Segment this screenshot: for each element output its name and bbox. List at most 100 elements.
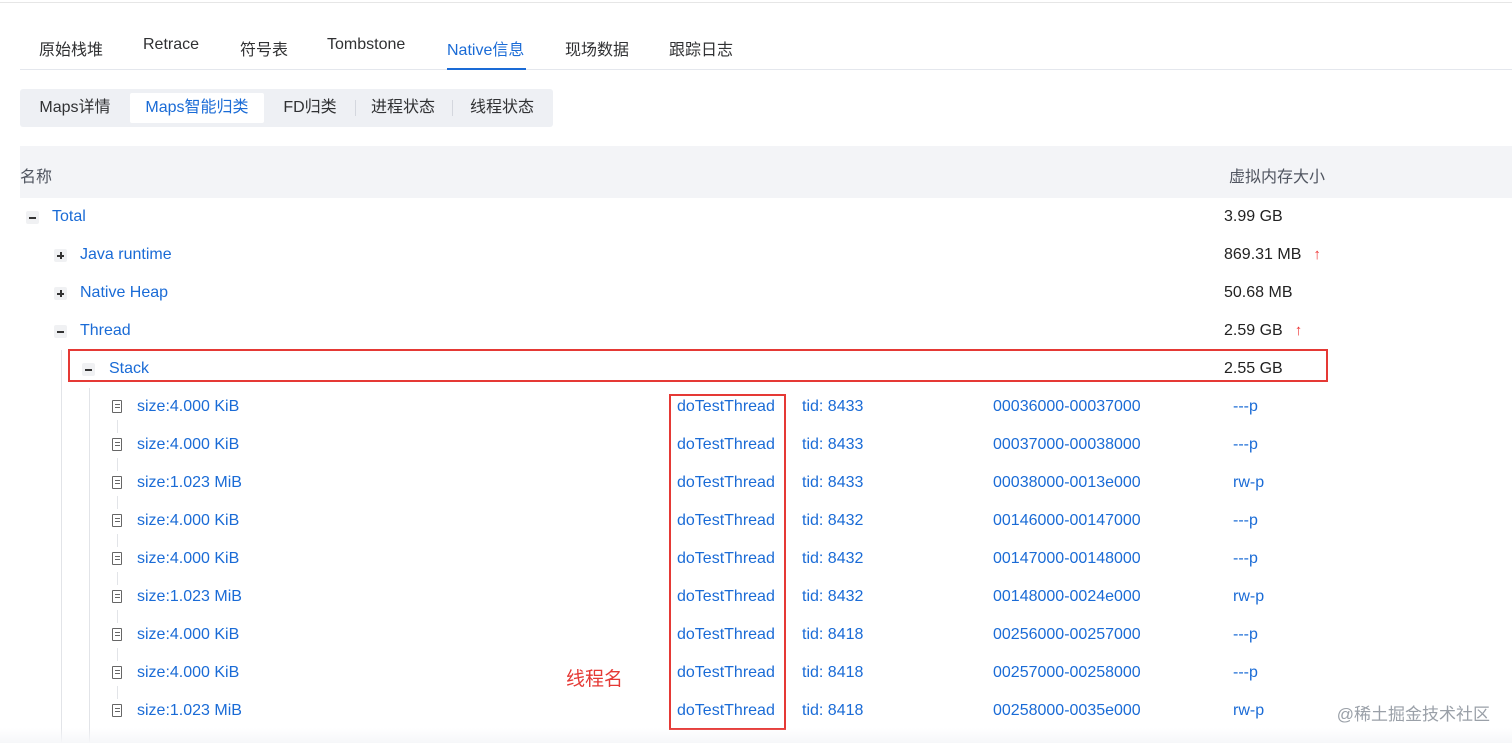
plus-square-icon[interactable] — [54, 249, 67, 262]
entry-size[interactable]: size:4.000 KiB — [137, 435, 239, 455]
file-icon — [112, 704, 122, 717]
entry-tid[interactable]: tid: 8432 — [802, 511, 863, 531]
entry-thread-name[interactable]: doTestThread — [677, 663, 775, 683]
column-header-virtual-memory[interactable]: 虚拟内存大小 — [1229, 163, 1325, 187]
entry-tid[interactable]: tid: 8418 — [802, 701, 863, 721]
file-icon — [112, 438, 122, 451]
top-divider — [0, 2, 1512, 3]
subtab-separator — [452, 100, 453, 116]
size-value: 2.59 GB — [1224, 322, 1283, 339]
entry-size[interactable]: size:4.000 KiB — [137, 625, 239, 645]
table-row[interactable]: size:1.023 MiB doTestThread tid: 8418 00… — [20, 692, 1512, 730]
arrow-up-icon: ↑ — [1294, 322, 1303, 339]
tab-tombstone[interactable]: Tombstone — [327, 36, 405, 54]
entry-address-range[interactable]: 00036000-00037000 — [993, 397, 1141, 417]
entry-tid[interactable]: tid: 8433 — [802, 435, 863, 455]
entry-permission[interactable]: ---p — [1233, 625, 1258, 645]
plus-square-icon[interactable] — [54, 287, 67, 300]
tab-raw-stack[interactable]: 原始栈堆 — [39, 36, 103, 60]
tree-row-java-runtime[interactable]: Java runtime 869.31 MB ↑ — [20, 236, 1512, 274]
minus-square-icon[interactable] — [26, 211, 39, 224]
entry-address-range[interactable]: 00258000-0035e000 — [993, 701, 1141, 721]
tree-row-total[interactable]: Total 3.99 GB — [20, 198, 1512, 236]
subtab-thread-status[interactable]: 线程状态 — [456, 93, 548, 123]
row-name[interactable]: Thread — [80, 321, 131, 341]
tree-row-native-heap[interactable]: Native Heap 50.68 MB — [20, 274, 1512, 312]
table-row[interactable]: size:4.000 KiB doTestThread tid: 8432 00… — [20, 502, 1512, 540]
row-size: 50.68 MB — [1224, 284, 1293, 301]
table-row[interactable]: size:4.000 KiB doTestThread tid: 8432 00… — [20, 540, 1512, 578]
entry-permission[interactable]: ---p — [1233, 397, 1258, 417]
row-name[interactable]: Stack — [109, 359, 149, 379]
table-row[interactable]: size:4.000 KiB doTestThread tid: 8418 00… — [20, 616, 1512, 654]
entry-tid[interactable]: tid: 8433 — [802, 397, 863, 417]
subtab-fd-classify[interactable]: FD归类 — [270, 93, 350, 123]
entry-size[interactable]: size:4.000 KiB — [137, 511, 239, 531]
bottom-fade — [0, 728, 1512, 743]
tab-symbol-table[interactable]: 符号表 — [240, 36, 288, 60]
table-row[interactable]: size:4.000 KiB doTestThread tid: 8433 00… — [20, 426, 1512, 464]
subtab-process-status[interactable]: 进程状态 — [360, 93, 446, 123]
entry-address-range[interactable]: 00257000-00258000 — [993, 663, 1141, 683]
entry-size[interactable]: size:1.023 MiB — [137, 473, 242, 493]
tree-row-stack[interactable]: Stack 2.55 GB — [20, 350, 1512, 388]
entry-thread-name[interactable]: doTestThread — [677, 587, 775, 607]
row-name[interactable]: Total — [52, 207, 86, 227]
entry-tid[interactable]: tid: 8418 — [802, 625, 863, 645]
entry-thread-name[interactable]: doTestThread — [677, 397, 775, 417]
entry-permission[interactable]: ---p — [1233, 435, 1258, 455]
subtab-maps-smart-classify[interactable]: Maps智能归类 — [130, 93, 264, 123]
entry-permission[interactable]: ---p — [1233, 511, 1258, 531]
entry-size[interactable]: size:4.000 KiB — [137, 397, 239, 417]
table-row[interactable]: size:4.000 KiB doTestThread tid: 8433 00… — [20, 388, 1512, 426]
row-size: 869.31 MB ↑ — [1224, 245, 1321, 265]
entry-size[interactable]: size:1.023 MiB — [137, 701, 242, 721]
entry-thread-name[interactable]: doTestThread — [677, 473, 775, 493]
column-header-name[interactable]: 名称 — [20, 163, 52, 187]
row-name[interactable]: Java runtime — [80, 245, 172, 265]
entry-permission[interactable]: rw-p — [1233, 701, 1264, 721]
entry-tid[interactable]: tid: 8432 — [802, 549, 863, 569]
entry-address-range[interactable]: 00147000-00148000 — [993, 549, 1141, 569]
tab-native-info[interactable]: Native信息 — [447, 36, 524, 60]
tab-scene-data[interactable]: 现场数据 — [565, 36, 629, 60]
entry-permission[interactable]: rw-p — [1233, 587, 1264, 607]
arrow-up-icon: ↑ — [1313, 246, 1321, 263]
table-row[interactable]: size:1.023 MiB doTestThread tid: 8432 00… — [20, 578, 1512, 616]
subtab-maps-detail[interactable]: Maps详情 — [26, 93, 124, 123]
tree-row-thread[interactable]: Thread 2.59 GB ↑ — [20, 312, 1512, 350]
entry-address-range[interactable]: 00037000-00038000 — [993, 435, 1141, 455]
tab-trace-log[interactable]: 跟踪日志 — [669, 36, 733, 60]
entry-address-range[interactable]: 00148000-0024e000 — [993, 587, 1141, 607]
minus-square-icon[interactable] — [54, 325, 67, 338]
minus-square-icon[interactable] — [82, 363, 95, 376]
row-size: 3.99 GB — [1224, 208, 1283, 225]
entry-tid[interactable]: tid: 8433 — [802, 473, 863, 493]
entry-address-range[interactable]: 00256000-00257000 — [993, 625, 1141, 645]
entry-address-range[interactable]: 00146000-00147000 — [993, 511, 1141, 531]
tab-retrace[interactable]: Retrace — [143, 36, 199, 54]
file-icon — [112, 590, 122, 603]
table-row[interactable]: size:4.000 KiB doTestThread tid: 8418 00… — [20, 654, 1512, 692]
row-name[interactable]: Native Heap — [80, 283, 168, 303]
file-icon — [112, 514, 122, 527]
file-icon — [112, 552, 122, 565]
sub-tabs: Maps详情 Maps智能归类 FD归类 进程状态 线程状态 — [20, 89, 553, 127]
entry-thread-name[interactable]: doTestThread — [677, 435, 775, 455]
table-row[interactable]: size:1.023 MiB doTestThread tid: 8433 00… — [20, 464, 1512, 502]
entry-tid[interactable]: tid: 8418 — [802, 663, 863, 683]
entry-address-range[interactable]: 00038000-0013e000 — [993, 473, 1141, 493]
entry-thread-name[interactable]: doTestThread — [677, 549, 775, 569]
entry-size[interactable]: size:4.000 KiB — [137, 549, 239, 569]
entry-permission[interactable]: ---p — [1233, 663, 1258, 683]
entry-thread-name[interactable]: doTestThread — [677, 511, 775, 531]
entry-size[interactable]: size:1.023 MiB — [137, 587, 242, 607]
row-size: 2.55 GB — [1224, 360, 1283, 377]
entry-thread-name[interactable]: doTestThread — [677, 701, 775, 721]
entry-permission[interactable]: ---p — [1233, 549, 1258, 569]
entry-tid[interactable]: tid: 8432 — [802, 587, 863, 607]
entry-permission[interactable]: rw-p — [1233, 473, 1264, 493]
file-icon — [112, 628, 122, 641]
entry-thread-name[interactable]: doTestThread — [677, 625, 775, 645]
entry-size[interactable]: size:4.000 KiB — [137, 663, 239, 683]
